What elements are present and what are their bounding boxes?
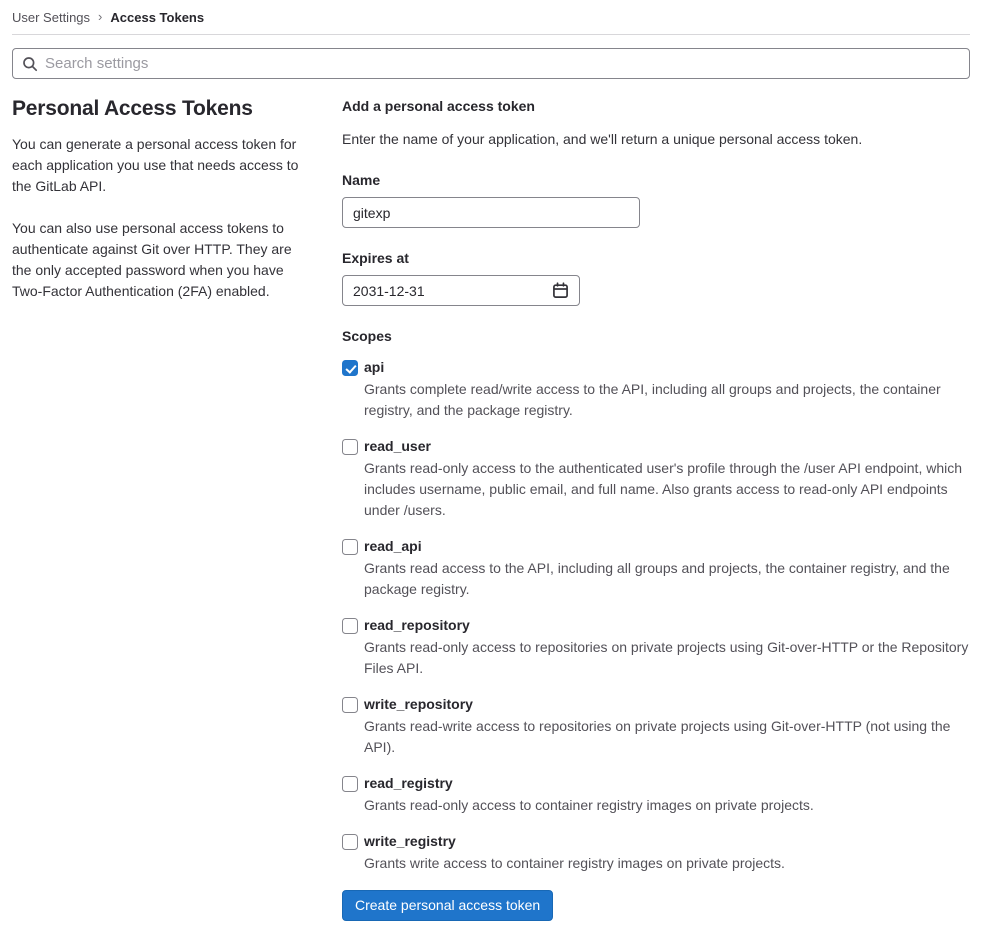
scope-description: Grants complete read/write access to the… bbox=[364, 381, 941, 418]
scope-checkbox-write-repository[interactable] bbox=[342, 697, 358, 713]
page-title: Personal Access Tokens bbox=[12, 97, 253, 120]
token-name-input[interactable] bbox=[342, 197, 640, 228]
search-icon bbox=[23, 57, 38, 72]
scope-description: Grants read access to the API, including… bbox=[364, 560, 950, 597]
scope-description: Grants read-only access to the authentic… bbox=[364, 460, 963, 518]
scope-item-api: api Grants complete read/write access to… bbox=[342, 358, 970, 421]
breadcrumb-user-settings-link[interactable]: User Settings bbox=[12, 10, 90, 25]
create-token-button[interactable]: Create personal access token bbox=[342, 890, 554, 921]
scope-checkbox-write-registry[interactable] bbox=[342, 834, 358, 850]
scope-label-write-repository[interactable]: write_repository bbox=[364, 695, 970, 713]
expires-at-input[interactable] bbox=[342, 275, 580, 306]
expires-at-field bbox=[342, 275, 580, 306]
search-settings-input[interactable] bbox=[12, 48, 970, 79]
section-description-1: You can generate a personal access token… bbox=[12, 136, 299, 194]
form-title: Add a personal access token bbox=[342, 98, 535, 114]
scopes-label: Scopes bbox=[342, 328, 392, 344]
scope-label-write-registry[interactable]: write_registry bbox=[364, 832, 785, 850]
settings-search bbox=[12, 48, 970, 79]
scope-checkbox-read-user[interactable] bbox=[342, 439, 358, 455]
scope-item-read-api: read_api Grants read access to the API, … bbox=[342, 537, 970, 600]
form-description: Enter the name of your application, and … bbox=[342, 131, 863, 147]
scope-item-read-user: read_user Grants read-only access to the… bbox=[342, 437, 970, 521]
name-label: Name bbox=[342, 172, 381, 188]
scope-label-read-registry[interactable]: read_registry bbox=[364, 774, 814, 792]
scope-label-read-repository[interactable]: read_repository bbox=[364, 616, 970, 634]
expires-at-label: Expires at bbox=[342, 250, 409, 266]
scope-label-read-user[interactable]: read_user bbox=[364, 437, 970, 455]
scope-description: Grants read-write access to repositories… bbox=[364, 718, 951, 755]
scope-label-api[interactable]: api bbox=[364, 358, 970, 376]
header-divider bbox=[12, 34, 970, 35]
breadcrumb: User Settings › Access Tokens bbox=[12, 0, 970, 27]
scope-item-read-registry: read_registry Grants read-only access to… bbox=[342, 774, 970, 816]
scope-checkbox-read-api[interactable] bbox=[342, 539, 358, 555]
breadcrumb-current-page: Access Tokens bbox=[110, 10, 205, 25]
token-form-column: Add a personal access token Enter the na… bbox=[342, 96, 970, 947]
scope-item-write-registry: write_registry Grants write access to co… bbox=[342, 832, 970, 874]
scope-description: Grants read-only access to container reg… bbox=[364, 797, 814, 813]
settings-page: User Settings › Access Tokens Personal A… bbox=[0, 0, 993, 947]
scope-item-read-repository: read_repository Grants read-only access … bbox=[342, 616, 970, 679]
scope-label-read-api[interactable]: read_api bbox=[364, 537, 970, 555]
scope-description: Grants read-only access to repositories … bbox=[364, 639, 969, 676]
scopes-list: api Grants complete read/write access to… bbox=[342, 358, 970, 874]
section-description-column: Personal Access Tokens You can generate … bbox=[12, 96, 312, 947]
scope-checkbox-read-repository[interactable] bbox=[342, 618, 358, 634]
section-description-2: You can also use personal access tokens … bbox=[12, 220, 292, 299]
content-area: Personal Access Tokens You can generate … bbox=[12, 96, 970, 947]
scope-checkbox-api[interactable] bbox=[342, 360, 358, 376]
scope-checkbox-read-registry[interactable] bbox=[342, 776, 358, 792]
scope-item-write-repository: write_repository Grants read-write acces… bbox=[342, 695, 970, 758]
scope-description: Grants write access to container registr… bbox=[364, 855, 785, 871]
breadcrumb-chevron-icon: › bbox=[98, 9, 103, 24]
